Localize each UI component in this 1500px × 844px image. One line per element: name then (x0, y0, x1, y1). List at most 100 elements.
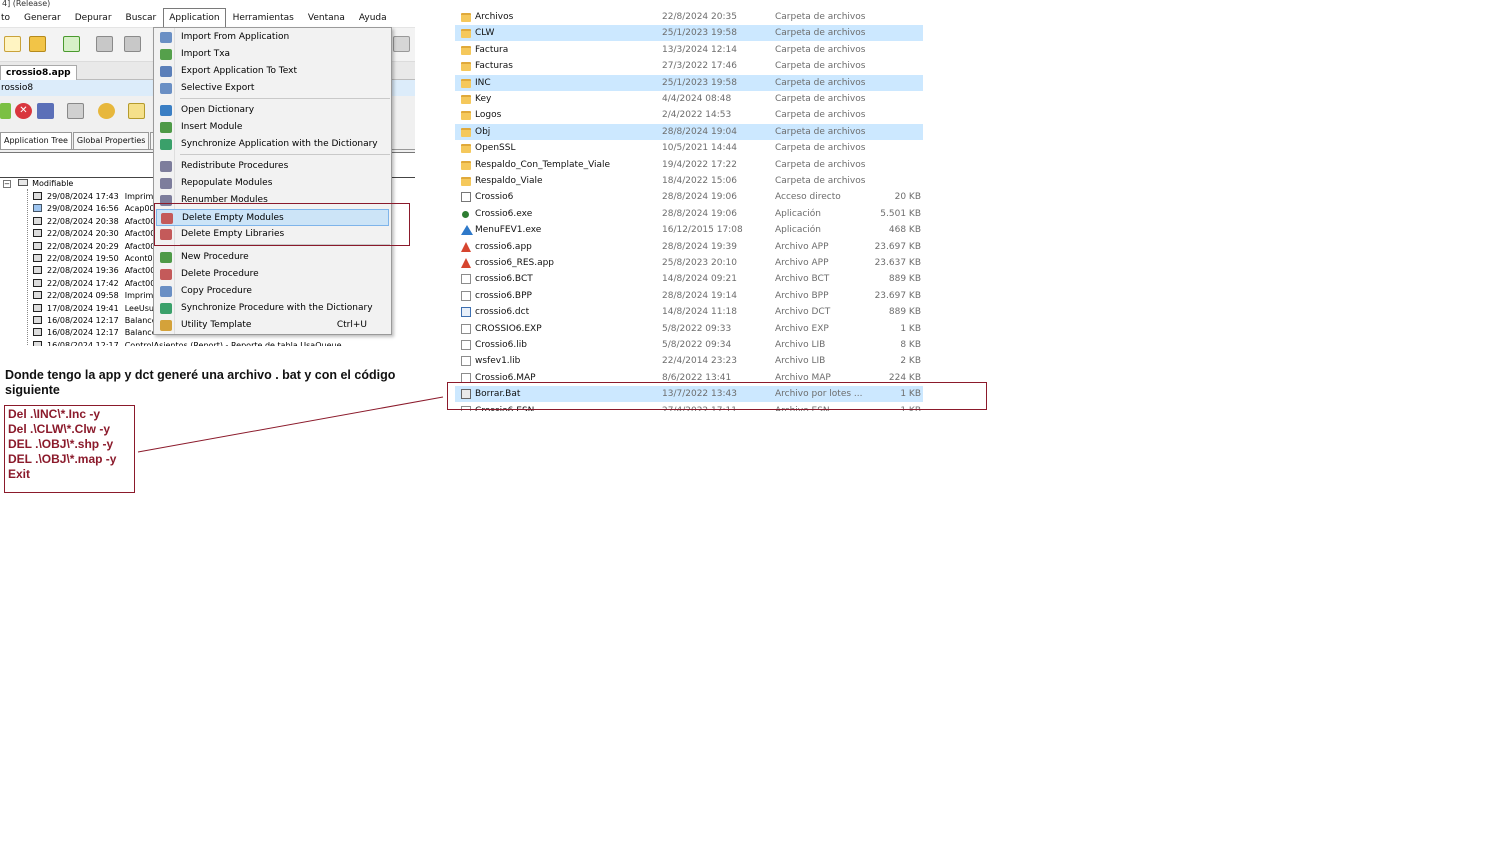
folder-icon (461, 95, 471, 104)
menu-buscar[interactable]: Buscar (119, 9, 164, 27)
tree-row[interactable]: 16/08/2024 12:17 Balance (33, 315, 157, 327)
menu-item-label: Delete Procedure (181, 269, 259, 279)
procedure-icon (33, 291, 42, 300)
tree-row[interactable]: 22/08/2024 19:50 Acont0 (33, 253, 153, 265)
menu-item-open-dictionary[interactable]: Open Dictionary (156, 102, 389, 119)
tab-application-tree[interactable]: Application Tree (0, 132, 72, 149)
add-icon[interactable] (63, 36, 80, 52)
menu-item-import-from-application[interactable]: Import From Application (156, 29, 389, 46)
close-icon[interactable]: ✕ (15, 103, 32, 119)
open-folder-icon[interactable] (29, 36, 46, 52)
code-line: Del .\INC\*.Inc -y (8, 407, 101, 421)
file-row[interactable]: crossio6_RES.app 25/8/2023 20:10 Archivo A… (455, 255, 923, 271)
file-row[interactable]: Factura 13/3/2024 12:14 Carpeta de archivo… (455, 42, 923, 58)
menu-item-new-procedure[interactable]: New Procedure (156, 249, 389, 266)
menu-depurar[interactable]: Depurar (68, 9, 119, 27)
file-type: Acceso directo (775, 192, 841, 203)
folder-icon (461, 45, 471, 55)
file-name: Crossio6.exe (475, 208, 533, 219)
file-date: 13/3/2024 12:14 (662, 44, 737, 55)
file-name: Crossio6.lib (475, 340, 527, 350)
file-row[interactable]: crossio6.BPP 28/8/2024 19:14 Archivo BPP 23… (455, 288, 923, 304)
save-all-icon[interactable] (124, 36, 141, 52)
app-file-icon (461, 258, 471, 268)
menu-exe-icon (461, 225, 473, 236)
file-row[interactable]: INC 25/1/2023 19:58 Carpeta de archivos (455, 74, 923, 91)
save-icon[interactable] (96, 36, 113, 52)
menu-ventana[interactable]: Ventana (301, 9, 352, 27)
file-row[interactable]: OpenSSL 10/5/2021 14:44 Carpeta de archivo… (455, 140, 923, 156)
file-row[interactable]: Obj 28/8/2024 19:04 Carpeta de archivos (455, 123, 923, 140)
tree-row[interactable]: 22/08/2024 19:36 Afact00 (33, 265, 155, 277)
file-name: CLW (475, 28, 495, 39)
tree-row[interactable]: 22/08/2024 20:29 Afact00 (33, 241, 155, 253)
code-line: DEL .\OBJ\*.map -y (8, 452, 117, 466)
file-row[interactable]: wsfev1.lib 22/4/2014 23:23 Archivo LIB 2 KB (455, 353, 923, 369)
file-row[interactable]: Respaldo_Con_Template_Viale 19/4/2022 17:… (455, 157, 923, 173)
file-row[interactable]: crossio6.dct 14/8/2024 11:18 Archivo DCT 88… (455, 304, 923, 320)
file-row[interactable]: Crossio6 28/8/2024 19:06 Acceso directo 20 … (455, 189, 923, 205)
refresh-icon[interactable] (128, 103, 145, 119)
file-size: 468 KB (888, 225, 921, 236)
file-row[interactable]: Crossio6.lib 5/8/2022 09:34 Archivo LIB 8 K… (455, 337, 923, 353)
file-row[interactable]: CROSSIO6.EXP 5/8/2022 09:33 Archivo EXP 1 K… (455, 321, 923, 337)
file-row[interactable]: Crossio6.exe 28/8/2024 19:06 Aplicación 5.5… (455, 206, 923, 222)
copy-icon[interactable] (67, 103, 84, 119)
menu-item-synchronize-application-with-the-dictionary[interactable]: Synchronize Application with the Diction… (156, 136, 389, 153)
tab-global-properties[interactable]: Global Properties (72, 132, 150, 149)
file-date: 10/5/2021 14:44 (662, 143, 737, 154)
new-file-icon[interactable] (4, 36, 21, 52)
tree-row-date: 17/08/2024 19:41 (47, 303, 119, 313)
wand-icon[interactable] (0, 103, 11, 119)
menu-item-insert-module[interactable]: Insert Module (156, 119, 389, 136)
menu-application[interactable]: Application (163, 8, 226, 28)
menu-item-synchronize-procedure-with-the-dictionary[interactable]: Synchronize Procedure with the Dictionar… (156, 300, 389, 317)
file-row[interactable]: Logos 2/4/2022 14:53 Carpeta de archivos (455, 107, 923, 123)
file-row[interactable]: Key 4/4/2024 08:48 Carpeta de archivos (455, 91, 923, 107)
file-date: 28/8/2024 19:39 (662, 241, 737, 252)
menu-item-export-application-to-text[interactable]: Export Application To Text (156, 63, 389, 80)
menu-item-delete-procedure[interactable]: Delete Procedure (156, 266, 389, 283)
tree-row[interactable]: 16/08/2024 12:17 ControlAsientos (Report)… (33, 340, 342, 346)
file-type: Archivo APP (775, 258, 829, 268)
file-row[interactable]: Archivos 22/8/2024 20:35 Carpeta de archiv… (455, 9, 923, 25)
menu-generar[interactable]: Generar (17, 9, 68, 27)
procedure-icon (33, 266, 42, 275)
tree-row[interactable]: 17/08/2024 19:41 LeeUsu (33, 303, 154, 315)
file-row[interactable]: Facturas 27/3/2022 17:46 Carpeta de archiv… (455, 58, 923, 74)
file-row[interactable]: Respaldo_Viale 18/4/2022 15:06 Carpeta de … (455, 173, 923, 189)
file-row[interactable]: MenuFEV1.exe 16/12/2015 17:08 Aplicación 46… (455, 222, 923, 238)
file-name: Respaldo_Viale (475, 176, 543, 186)
file-row[interactable]: CLW 25/1/2023 19:58 Carpeta de archivos (455, 25, 923, 42)
menu-item-copy-procedure[interactable]: Copy Procedure (156, 283, 389, 300)
menu-item-utility-template[interactable]: Utility Template Ctrl+U (156, 317, 389, 334)
file-row[interactable]: crossio6.app 28/8/2024 19:39 Archivo APP 23… (455, 239, 923, 255)
tab-crossio8-app[interactable]: crossio8.app (0, 65, 77, 80)
folder-icon (461, 29, 471, 39)
tree-row-name: ControlAsientos (Report) - Reporte de ta… (124, 340, 342, 346)
tree-row[interactable]: 22/08/2024 20:38 Afact00 (33, 216, 155, 228)
menu-item-selective-export[interactable]: Selective Export (156, 80, 389, 97)
gear-icon[interactable] (98, 103, 115, 119)
collapse-icon[interactable]: − (3, 180, 11, 188)
application-menu-dropdown: Import From Application Import Txa Export … (153, 27, 392, 335)
file-row[interactable]: crossio6.BCT 14/8/2024 09:21 Archivo BCT 88… (455, 271, 923, 287)
tree-root[interactable]: − Modifiable (3, 179, 73, 189)
save-icon[interactable] (37, 103, 54, 119)
menu-to[interactable]: to (0, 9, 17, 27)
menu-item-shortcut: Ctrl+U (336, 320, 367, 330)
file-date: 19/4/2022 17:22 (662, 159, 737, 170)
menu-item-repopulate-modules[interactable]: Repopulate Modules (156, 175, 389, 192)
back-icon[interactable] (393, 36, 410, 52)
menu-item-import-txa[interactable]: Import Txa (156, 46, 389, 63)
tree-row[interactable]: 22/08/2024 09:58 Imprime (33, 290, 158, 302)
tree-row[interactable]: 29/08/2024 16:56 Acap00 (33, 203, 155, 215)
menu-ayuda[interactable]: Ayuda (352, 9, 394, 27)
tree-row[interactable]: 22/08/2024 20:30 Afact00 (33, 228, 155, 240)
tree-row[interactable]: 16/08/2024 12:17 Balance (33, 327, 157, 339)
menu-herramientas[interactable]: Herramientas (226, 9, 301, 27)
tree-row-name: Afact00 (124, 229, 156, 239)
menu-item-redistribute-procedures[interactable]: Redistribute Procedures (156, 158, 389, 175)
tree-row[interactable]: 29/08/2024 17:43 Imprime (33, 191, 158, 203)
tree-row[interactable]: 22/08/2024 17:42 Afact00 (33, 278, 155, 290)
